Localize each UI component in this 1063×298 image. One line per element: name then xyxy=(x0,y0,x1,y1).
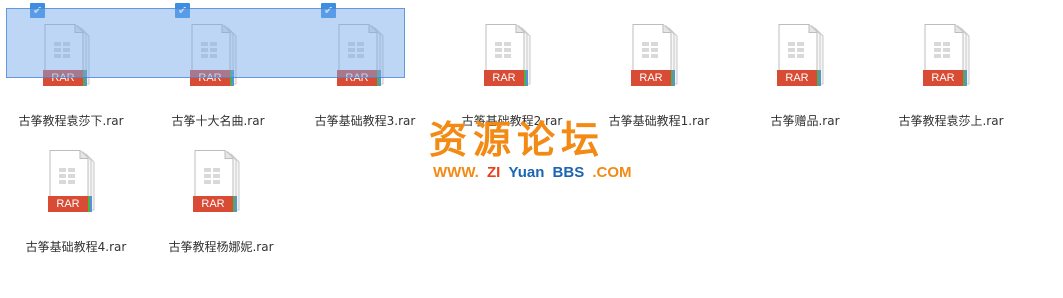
file-name: 古筝基础教程4.rar xyxy=(25,240,127,254)
checkmark-icon[interactable]: ✔ xyxy=(30,3,45,18)
file-name: 古筝教程杨娜妮.rar xyxy=(168,240,274,254)
watermark-bbs: BBS xyxy=(552,164,585,181)
file-item[interactable]: RAR 古筝教程袁莎上.rar xyxy=(878,8,1024,134)
file-name: 古筝教程袁莎下.rar xyxy=(18,114,124,128)
file-item[interactable]: RAR 古筝赠品.rar xyxy=(732,8,878,134)
file-name: 古筝基础教程1.rar xyxy=(608,114,710,128)
rar-badge: RAR xyxy=(48,196,88,212)
rar-archive-icon: RAR xyxy=(923,24,979,90)
file-name: 古筝基础教程2.rar xyxy=(461,114,563,128)
rar-badge: RAR xyxy=(43,70,83,86)
checkmark-icon[interactable]: ✔ xyxy=(321,3,336,18)
file-name: 古筝基础教程3.rar xyxy=(314,114,416,128)
file-item[interactable]: RAR 古筝十大名曲.rar xyxy=(145,8,291,134)
file-item[interactable]: RAR 古筝基础教程2.rar xyxy=(439,8,585,134)
rar-archive-icon: RAR xyxy=(43,24,99,90)
rar-badge: RAR xyxy=(190,70,230,86)
file-item[interactable]: RAR 古筝基础教程3.rar xyxy=(292,8,438,134)
checkmark-icon[interactable]: ✔ xyxy=(175,3,190,18)
file-name: 古筝赠品.rar xyxy=(770,114,840,128)
watermark-url: WWW. ZI Yuan BBS .COM xyxy=(433,164,649,182)
file-item[interactable]: RAR 古筝基础教程1.rar xyxy=(586,8,732,134)
file-name: 古筝教程袁莎上.rar xyxy=(898,114,1004,128)
file-item[interactable]: RAR 古筝基础教程4.rar xyxy=(3,134,149,260)
rar-badge: RAR xyxy=(777,70,817,86)
file-item[interactable]: RAR 古筝教程杨娜妮.rar xyxy=(148,134,294,260)
rar-archive-icon: RAR xyxy=(193,150,249,216)
rar-archive-icon: RAR xyxy=(190,24,246,90)
rar-badge: RAR xyxy=(923,70,963,86)
file-name: 古筝十大名曲.rar xyxy=(171,114,265,128)
watermark-com: .COM xyxy=(592,164,632,181)
file-grid: RAR 古筝教程袁莎下.rar RAR 古筝十大名曲.rar RAR 古筝基础教… xyxy=(0,0,1063,298)
rar-archive-icon: RAR xyxy=(631,24,687,90)
watermark-yuan: Yuan xyxy=(508,164,545,181)
rar-archive-icon: RAR xyxy=(337,24,393,90)
rar-badge: RAR xyxy=(484,70,524,86)
rar-badge: RAR xyxy=(337,70,377,86)
rar-archive-icon: RAR xyxy=(484,24,540,90)
rar-badge: RAR xyxy=(193,196,233,212)
file-item[interactable]: RAR 古筝教程袁莎下.rar xyxy=(0,8,144,134)
rar-archive-icon: RAR xyxy=(48,150,104,216)
watermark-www: WWW. xyxy=(433,164,479,181)
rar-badge: RAR xyxy=(631,70,671,86)
watermark-zi: ZI xyxy=(487,164,501,181)
rar-archive-icon: RAR xyxy=(777,24,833,90)
